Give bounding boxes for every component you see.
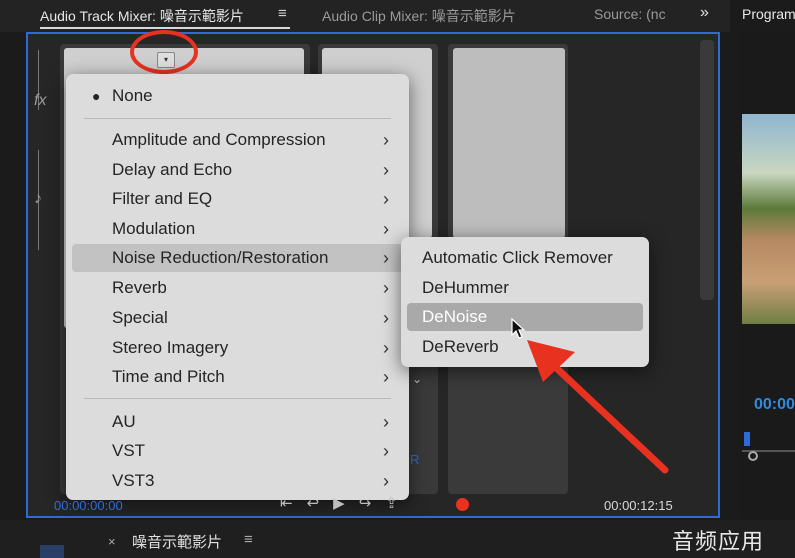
mixer-timecode-current[interactable]: 00:00:00:00 [54,498,123,513]
tab-audio-track-mixer[interactable]: Audio Track Mixer: 噪音示範影片 [40,6,244,26]
chevron-down-icon[interactable]: ⌄ [412,372,422,386]
step-back-icon[interactable]: ⇤ [280,495,307,512]
menu-item-reverb[interactable]: Reverb › [72,274,403,302]
shuttle-back-icon[interactable]: ↩ [307,495,334,512]
menu-item-label: Noise Reduction/Restoration [112,248,329,267]
menu-separator [84,398,391,399]
chevron-right-icon: › [383,278,389,298]
zoom-slider-knob[interactable] [748,451,758,461]
chevron-right-icon: › [383,441,389,461]
menu-item-label: Modulation [112,219,196,238]
tab-menu-icon[interactable]: ≡ [278,5,287,22]
menu-item-modulation[interactable]: Modulation › [72,215,403,243]
menu-item-label: VST [112,441,146,460]
menu-item-label: Stereo Imagery [112,338,229,357]
chevron-right-icon: › [383,308,389,328]
chevron-right-icon: › [383,130,389,150]
tab-audio-clip-mixer[interactable]: Audio Clip Mixer: 噪音示範影片 [322,6,516,26]
record-icon[interactable] [456,498,469,511]
selected-bullet-icon: ● [92,88,101,104]
fx-label: fx [34,92,47,109]
menu-item-label: Time and Pitch [112,367,225,386]
menu-item-label: None [112,86,153,105]
chevron-right-icon: › [383,248,389,268]
effect-slot-column-3[interactable] [453,48,565,238]
tab-program[interactable]: Program [742,6,795,22]
menu-item-label: AU [112,412,136,431]
annotation-circle [130,30,198,74]
menu-item-vst[interactable]: VST › [72,437,403,465]
sends-icon: ♪ [34,190,42,207]
menu-item-au[interactable]: AU › [72,408,403,436]
menu-item-label: Reverb [112,278,167,297]
menu-item-vst3[interactable]: VST3 › [72,467,403,495]
active-tab-underline [40,27,290,29]
chevron-right-icon: › [383,219,389,239]
submenu-item-automatic-click-remover[interactable]: Automatic Click Remover [407,244,643,272]
program-timecode[interactable]: 00:00 [754,396,795,414]
menu-item-label: Amplitude and Compression [112,130,326,149]
chevron-right-icon: › [383,189,389,209]
effect-category-menu: ● None Amplitude and Compression › Delay… [66,74,409,500]
panel-scrollbar[interactable] [700,40,714,300]
submenu-item-dehummer[interactable]: DeHummer [407,274,643,302]
read-mode-label[interactable]: R [410,452,419,467]
tab-source[interactable]: Source: (nc [594,6,666,22]
panel-tab-bar: Audio Track Mixer: 噪音示範影片 ≡ Audio Clip M… [0,0,730,32]
menu-item-filter-and-eq[interactable]: Filter and EQ › [72,185,403,213]
menu-item-label: Filter and EQ [112,189,213,208]
menu-item-stereo-imagery[interactable]: Stereo Imagery › [72,334,403,362]
timeline-tool-icon[interactable] [40,545,64,558]
menu-item-special[interactable]: Special › [72,304,403,332]
export-icon[interactable]: ⇪ [385,495,412,512]
menu-separator [84,118,391,119]
shuttle-forward-icon[interactable]: ↪ [359,495,386,512]
chevron-right-icon: › [383,412,389,432]
chevron-right-icon: › [383,160,389,180]
menu-item-amplitude-and-compression[interactable]: Amplitude and Compression › [72,126,403,154]
playhead-marker[interactable] [744,432,750,446]
menu-item-time-and-pitch[interactable]: Time and Pitch › [72,363,403,391]
tab-sequence[interactable]: 噪音示範影片 [132,531,222,552]
annotation-arrow [527,340,669,474]
close-icon[interactable]: × [108,534,116,549]
watermark-text: 音频应用 [672,529,765,554]
chevron-right-icon: › [383,338,389,358]
play-icon[interactable]: ▶ [333,495,359,512]
hamburger-icon[interactable]: ≡ [244,531,253,548]
menu-item-none[interactable]: ● None [72,82,403,110]
chevron-right-icon: › [383,367,389,387]
chevron-right-icon: › [383,471,389,491]
double-chevron-right-icon[interactable]: » [700,4,709,22]
program-video-frame [742,114,795,324]
menu-item-label: VST3 [112,471,155,490]
transport-controls: ⇤↩▶↪⇪ [280,494,412,512]
mixer-timecode-duration: 00:00:12:15 [604,498,673,513]
menu-item-delay-and-echo[interactable]: Delay and Echo › [72,156,403,184]
menu-item-noise-reduction-restoration[interactable]: Noise Reduction/Restoration › [72,244,403,272]
menu-item-label: Delay and Echo [112,160,233,179]
menu-item-label: Special [112,308,168,327]
